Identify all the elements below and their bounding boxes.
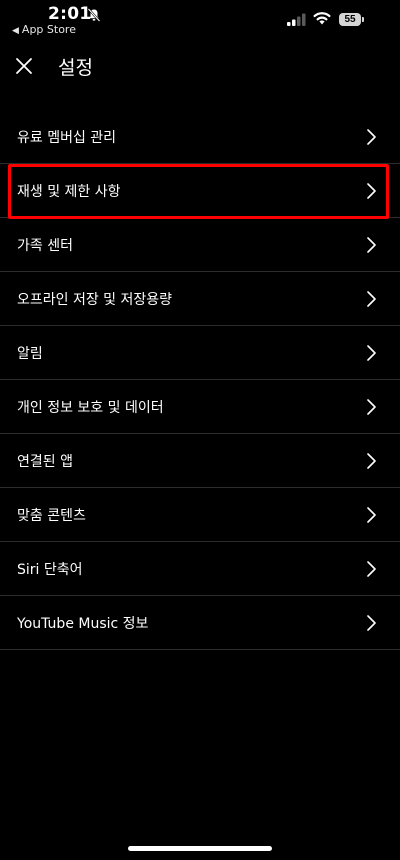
- bell-slash-icon: [87, 8, 101, 22]
- menu-item-privacy-data[interactable]: 개인 정보 보호 및 데이터: [0, 380, 400, 434]
- chevron-right-icon: [367, 183, 376, 199]
- menu-item-label: 가족 센터: [17, 238, 73, 254]
- menu-item-label: Siri 단축어: [17, 562, 83, 578]
- header: 설정: [0, 44, 400, 86]
- menu-item-offline-storage[interactable]: 오프라인 저장 및 저장용량: [0, 272, 400, 326]
- menu-item-label: 유료 멤버십 관리: [17, 130, 117, 146]
- battery-icon: 55: [339, 13, 364, 27]
- settings-menu: 유료 멤버십 관리 재생 및 제한 사항 가족 센터 오프라인 저장 및 저장용…: [0, 110, 400, 650]
- chevron-right-icon: [367, 345, 376, 361]
- menu-item-label: 오프라인 저장 및 저장용량: [17, 292, 173, 308]
- chevron-right-icon: [367, 399, 376, 415]
- menu-item-label: 맞춤 콘텐츠: [17, 508, 86, 524]
- status-time: 2:01: [48, 4, 92, 24]
- menu-item-label: 알림: [17, 346, 43, 362]
- menu-item-notifications[interactable]: 알림: [0, 326, 400, 380]
- menu-item-personalized-content[interactable]: 맞춤 콘텐츠: [0, 488, 400, 542]
- close-icon[interactable]: [14, 56, 34, 76]
- wifi-icon: [313, 12, 331, 25]
- back-app-label: App Store: [21, 23, 76, 36]
- battery-level: 55: [339, 13, 361, 26]
- chevron-right-icon: [367, 561, 376, 577]
- chevron-right-icon: [367, 507, 376, 523]
- menu-item-label: 연결된 앱: [17, 454, 73, 470]
- menu-item-label: 개인 정보 보호 및 데이터: [17, 400, 164, 416]
- menu-item-label: 재생 및 제한 사항: [17, 184, 121, 200]
- page-title: 설정: [58, 57, 93, 79]
- status-bar: 2:01 ◀ App Store 55: [0, 0, 400, 40]
- signal-icon: [287, 13, 306, 26]
- chevron-right-icon: [367, 291, 376, 307]
- menu-item-about[interactable]: YouTube Music 정보: [0, 596, 400, 650]
- chevron-right-icon: [367, 615, 376, 631]
- back-to-app-link[interactable]: ◀ App Store: [12, 23, 76, 36]
- chevron-right-icon: [367, 129, 376, 145]
- chevron-right-icon: [367, 237, 376, 253]
- menu-item-connected-apps[interactable]: 연결된 앱: [0, 434, 400, 488]
- home-indicator[interactable]: [128, 846, 272, 851]
- back-triangle-icon: ◀: [12, 26, 19, 36]
- menu-item-family-center[interactable]: 가족 센터: [0, 218, 400, 272]
- menu-item-playback[interactable]: 재생 및 제한 사항: [0, 164, 400, 218]
- menu-item-label: YouTube Music 정보: [17, 616, 149, 632]
- menu-item-membership[interactable]: 유료 멤버십 관리: [0, 110, 400, 164]
- chevron-right-icon: [367, 453, 376, 469]
- menu-item-siri-shortcuts[interactable]: Siri 단축어: [0, 542, 400, 596]
